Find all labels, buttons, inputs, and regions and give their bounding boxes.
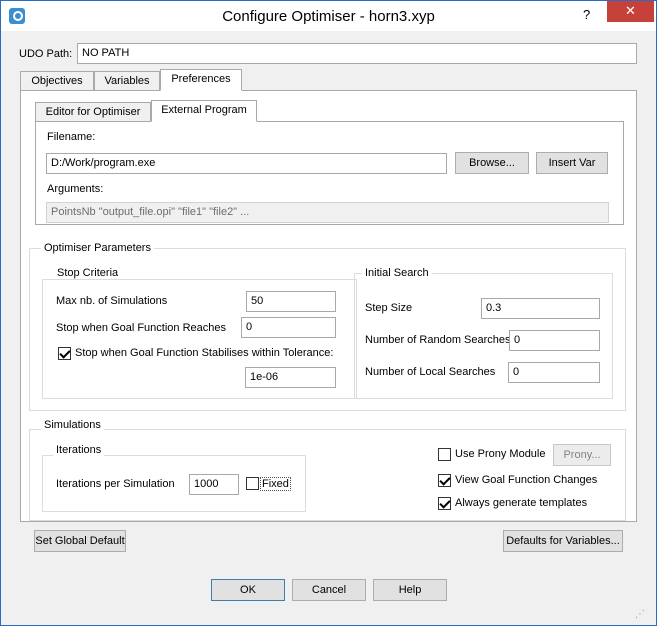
local-searches-label: Number of Local Searches bbox=[365, 366, 496, 378]
insert-var-button[interactable]: Insert Var bbox=[536, 152, 608, 174]
dialog-window: Configure Optimiser - horn3.xyp ? ✕ UDO … bbox=[0, 0, 657, 626]
view-goal-checkbox[interactable] bbox=[438, 474, 451, 487]
optimiser-parameters-title: Optimiser Parameters bbox=[41, 242, 154, 254]
tab-objectives[interactable]: Objectives bbox=[20, 71, 94, 91]
max-simulations-input[interactable]: 50 bbox=[246, 291, 336, 312]
set-global-default-button[interactable]: Set Global Default bbox=[34, 530, 126, 552]
window-title: Configure Optimiser - horn3.xyp bbox=[222, 8, 435, 25]
max-simulations-label: Max nb. of Simulations bbox=[56, 295, 168, 307]
close-button[interactable]: ✕ bbox=[607, 1, 654, 22]
prony-label: Use Prony Module bbox=[455, 448, 546, 460]
tab-external-program[interactable]: External Program bbox=[151, 100, 257, 122]
local-searches-input[interactable]: 0 bbox=[508, 362, 600, 383]
udo-path-input[interactable]: NO PATH bbox=[77, 43, 637, 64]
initial-search-title: Initial Search bbox=[362, 267, 432, 279]
stop-criteria-title: Stop Criteria bbox=[54, 267, 122, 279]
iterations-per-simulation-label: Iterations per Simulation bbox=[56, 478, 175, 490]
resize-grip-icon[interactable]: ⋰ bbox=[635, 609, 647, 621]
arguments-label: Arguments: bbox=[47, 183, 104, 195]
external-program-panel: Filename: D:/Work/program.exe Browse... … bbox=[35, 121, 624, 225]
tab-editor-for-optimiser[interactable]: Editor for Optimiser bbox=[35, 102, 151, 122]
templates-checkbox[interactable] bbox=[438, 497, 451, 510]
random-searches-input[interactable]: 0 bbox=[509, 330, 600, 351]
stabilise-checkbox[interactable] bbox=[58, 347, 71, 360]
iterations-title: Iterations bbox=[53, 444, 105, 456]
defaults-for-variables-button[interactable]: Defaults for Variables... bbox=[503, 530, 623, 552]
ok-button[interactable]: OK bbox=[211, 579, 285, 601]
fixed-checkbox[interactable] bbox=[246, 477, 259, 490]
help-button[interactable]: Help bbox=[373, 579, 447, 601]
iterations-per-simulation-input[interactable]: 1000 bbox=[189, 474, 239, 495]
prony-checkbox[interactable] bbox=[438, 448, 451, 461]
step-size-label: Step Size bbox=[365, 302, 413, 314]
tab-preferences[interactable]: Preferences bbox=[160, 69, 242, 91]
simulations-title: Simulations bbox=[41, 419, 104, 431]
prony-button[interactable]: Prony... bbox=[553, 444, 611, 466]
random-searches-label: Number of Random Searches bbox=[365, 334, 511, 346]
arguments-input[interactable]: PointsNb "output_file.opi" "file1" "file… bbox=[46, 202, 609, 223]
tolerance-input[interactable]: 1e-06 bbox=[245, 367, 336, 388]
stabilise-label: Stop when Goal Function Stabilises withi… bbox=[75, 347, 334, 359]
goal-reaches-label: Stop when Goal Function Reaches bbox=[56, 322, 226, 334]
fixed-label: Fixed bbox=[260, 477, 291, 491]
preferences-panel: Editor for Optimiser External Program Fi… bbox=[20, 90, 637, 522]
browse-button[interactable]: Browse... bbox=[455, 152, 529, 174]
filename-input[interactable]: D:/Work/program.exe bbox=[46, 153, 447, 174]
step-size-input[interactable]: 0.3 bbox=[481, 298, 600, 319]
view-goal-label: View Goal Function Changes bbox=[455, 474, 598, 486]
udo-path-label: UDO Path: bbox=[19, 48, 73, 60]
help-icon[interactable]: ? bbox=[583, 7, 590, 22]
filename-label: Filename: bbox=[47, 131, 96, 143]
goal-reaches-input[interactable]: 0 bbox=[241, 317, 336, 338]
tab-variables[interactable]: Variables bbox=[94, 71, 160, 91]
cancel-button[interactable]: Cancel bbox=[292, 579, 366, 601]
title-bar: Configure Optimiser - horn3.xyp ? ✕ bbox=[1, 1, 656, 31]
templates-label: Always generate templates bbox=[455, 497, 588, 509]
